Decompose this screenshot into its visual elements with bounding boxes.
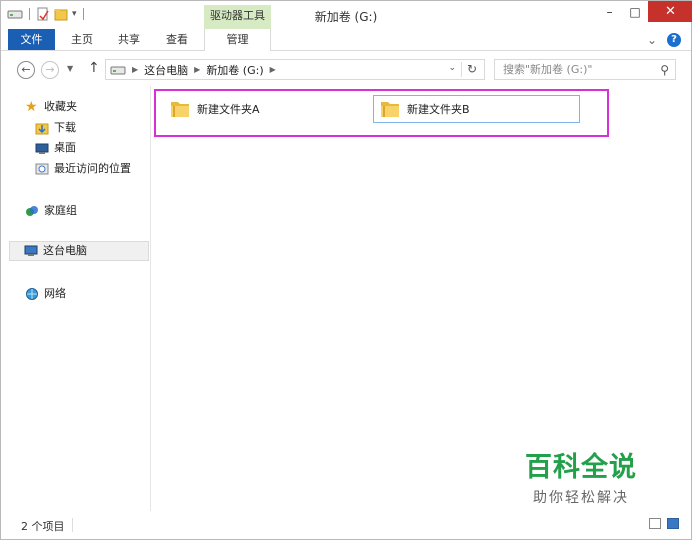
nav-label: 桌面	[54, 141, 76, 154]
forward-button[interactable]: →	[41, 61, 59, 79]
watermark-subtitle: 助你轻松解决	[533, 490, 629, 506]
large-icons-view-icon[interactable]	[667, 518, 679, 529]
address-separator	[461, 62, 462, 77]
refresh-icon[interactable]: ↻	[467, 62, 477, 76]
details-view-icon[interactable]	[649, 518, 661, 529]
network-icon	[26, 288, 38, 300]
nav-recent[interactable]: 最近访问的位置	[35, 159, 131, 179]
navigation-pane: ★ 收藏夹 下载 桌面 最近访问的位置 家庭组 这台电脑 网络	[1, 86, 151, 511]
nav-homegroup[interactable]: 家庭组	[25, 201, 77, 221]
nav-label: 网络	[44, 287, 66, 300]
back-button[interactable]: ←	[17, 61, 35, 79]
ribbon-tabs: 文件 主页 共享 查看 管理 ⌄ ?	[1, 29, 691, 51]
tab-home[interactable]: 主页	[62, 29, 102, 50]
downloads-folder-icon	[35, 123, 49, 135]
recent-locations-icon[interactable]: ▼	[67, 64, 73, 73]
nav-downloads[interactable]: 下载	[35, 118, 76, 138]
breadcrumb-drive[interactable]: 新加卷 (G:)	[206, 62, 263, 78]
status-bar: 2 个项目	[1, 511, 691, 539]
help-icon[interactable]: ?	[667, 33, 681, 47]
chevron-down-icon[interactable]: ⌄	[647, 33, 657, 47]
folder-item[interactable]: 新建文件夹A	[164, 95, 354, 123]
nav-network[interactable]: 网络	[25, 284, 66, 304]
breadcrumb-chevron-icon[interactable]: ▶	[194, 65, 200, 74]
up-arrow-icon[interactable]: ↑	[88, 60, 100, 76]
tab-manage[interactable]: 管理	[204, 29, 271, 51]
tab-share[interactable]: 共享	[109, 29, 149, 50]
address-dropdown-icon[interactable]: ⌄	[448, 63, 456, 73]
watermark: 百科全说 助你轻松解决	[516, 453, 646, 507]
file-list: 新建文件夹A 新建文件夹B	[152, 86, 691, 511]
star-icon: ★	[25, 99, 38, 115]
breadcrumb-this-pc[interactable]: 这台电脑	[144, 62, 188, 78]
title-bar: ▾ 驱动器工具 新加卷 (G:) – □ ✕	[1, 1, 692, 29]
minimize-button[interactable]: –	[596, 1, 623, 22]
folder-name: 新建文件夹A	[197, 103, 260, 116]
nav-label: 最近访问的位置	[54, 162, 131, 175]
view-switcher	[649, 518, 679, 529]
status-separator	[72, 518, 73, 532]
search-placeholder: 搜索"新加卷 (G:)"	[503, 63, 593, 76]
explorer-window: ▾ 驱动器工具 新加卷 (G:) – □ ✕ 文件 主页 共享 查看 管理 ⌄ …	[0, 0, 692, 540]
nav-favorites[interactable]: ★ 收藏夹	[25, 97, 77, 117]
recent-places-icon	[35, 163, 49, 175]
address-row: ← → ▼ ↑ ▶ 这台电脑 ▶ 新加卷 (G:) ▶ ⌄ ↻ 搜索"新加卷 (…	[1, 52, 691, 86]
search-input[interactable]: 搜索"新加卷 (G:)" ⚲	[494, 59, 676, 80]
breadcrumb-chevron-icon[interactable]: ▶	[270, 65, 276, 74]
watermark-title: 百科全说	[525, 452, 637, 483]
nav-this-pc[interactable]: 这台电脑	[9, 241, 149, 261]
nav-label: 这台电脑	[43, 244, 87, 257]
nav-label: 收藏夹	[44, 100, 77, 113]
pc-icon	[110, 66, 126, 74]
nav-desktop[interactable]: 桌面	[35, 138, 76, 158]
close-button[interactable]: ✕	[648, 1, 692, 22]
window-title: 新加卷 (G:)	[314, 10, 378, 24]
homegroup-icon	[26, 206, 38, 216]
maximize-button[interactable]: □	[623, 1, 647, 22]
computer-icon	[24, 245, 38, 256]
nav-label: 下载	[54, 121, 76, 134]
tab-view[interactable]: 查看	[157, 29, 197, 50]
search-icon[interactable]: ⚲	[660, 61, 669, 80]
desktop-icon	[35, 143, 49, 154]
folder-icon	[171, 102, 189, 117]
folder-name: 新建文件夹B	[407, 103, 470, 116]
item-count: 2 个项目	[21, 520, 65, 533]
ribbon-controls: ⌄ ?	[647, 33, 681, 47]
nav-label: 家庭组	[44, 204, 77, 217]
tab-file[interactable]: 文件	[8, 29, 55, 50]
folder-icon	[381, 102, 399, 117]
address-bar[interactable]: ▶ 这台电脑 ▶ 新加卷 (G:) ▶ ⌄ ↻	[105, 59, 485, 80]
breadcrumb-chevron-icon[interactable]: ▶	[132, 65, 138, 74]
folder-item-selected[interactable]: 新建文件夹B	[373, 95, 580, 123]
